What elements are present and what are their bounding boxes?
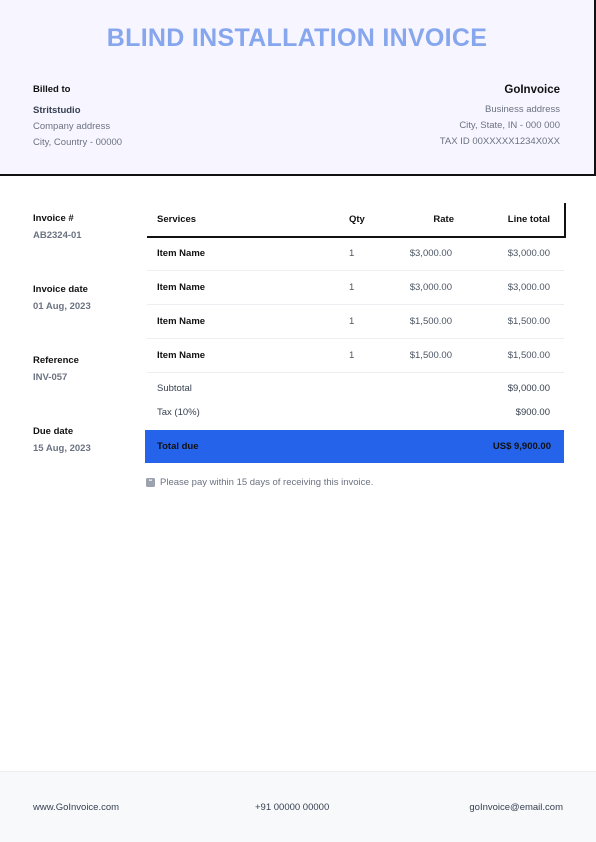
item-line-total: $1,500.00 bbox=[507, 316, 550, 327]
client-city: City, Country - 00000 bbox=[33, 137, 123, 148]
table-row: Item Name 1 $1,500.00 $1,500.00 bbox=[147, 339, 564, 373]
subtotal-label: Subtotal bbox=[157, 383, 192, 394]
item-qty: 1 bbox=[349, 316, 355, 327]
header-qty: Qty bbox=[349, 214, 365, 225]
total-due-label: Total due bbox=[157, 441, 199, 452]
item-name: Item Name bbox=[157, 282, 206, 293]
header-line-total: Line total bbox=[507, 214, 550, 225]
invoice-number-value: AB2324-01 bbox=[33, 230, 82, 241]
total-due-value: US$ 9,900.00 bbox=[492, 441, 551, 452]
reference-block: Reference INV-057 bbox=[33, 355, 79, 383]
item-rate: $3,000.00 bbox=[409, 248, 452, 259]
subtotal-value: $9,000.00 bbox=[507, 383, 550, 394]
tax-value: $900.00 bbox=[515, 407, 550, 418]
header-rate: Rate bbox=[433, 214, 454, 225]
table-row: Item Name 1 $3,000.00 $3,000.00 bbox=[147, 271, 564, 305]
company-name: GoInvoice bbox=[504, 84, 560, 96]
item-rate: $3,000.00 bbox=[409, 282, 452, 293]
item-name: Item Name bbox=[157, 248, 206, 259]
item-line-total: $3,000.00 bbox=[507, 248, 550, 259]
header-services: Services bbox=[157, 214, 197, 225]
company-tax-id: TAX ID 00XXXXX1234X0XX bbox=[439, 136, 560, 147]
item-name: Item Name bbox=[157, 350, 206, 361]
item-name: Item Name bbox=[157, 316, 206, 327]
item-rate: $1,500.00 bbox=[409, 350, 452, 361]
invoice-date-block: Invoice date 01 Aug, 2023 bbox=[33, 284, 91, 312]
billed-to-block: Billed to Stritstudio Company address Ci… bbox=[33, 84, 122, 148]
invoice-date-label: Invoice date bbox=[33, 284, 88, 295]
billed-to-label: Billed to bbox=[33, 84, 71, 95]
company-city: City, State, IN - 000 000 bbox=[459, 120, 560, 131]
client-name: Stritstudio bbox=[33, 105, 81, 116]
company-block: GoInvoice Business address City, State, … bbox=[440, 84, 560, 147]
invoice-number-label: Invoice # bbox=[33, 213, 74, 224]
tax-label: Tax (10%) bbox=[157, 407, 200, 418]
reference-label: Reference bbox=[33, 355, 79, 366]
services-table-header: Services Qty Rate Line total bbox=[147, 203, 566, 238]
table-row: Item Name 1 $3,000.00 $3,000.00 bbox=[147, 237, 564, 271]
invoice-number-block: Invoice # AB2324-01 bbox=[33, 213, 82, 241]
item-rate: $1,500.00 bbox=[409, 316, 452, 327]
table-row: Item Name 1 $1,500.00 $1,500.00 bbox=[147, 305, 564, 339]
total-due-bar: Total due US$ 9,900.00 bbox=[145, 430, 564, 463]
item-qty: 1 bbox=[349, 350, 355, 361]
due-date-block: Due date 15 Aug, 2023 bbox=[33, 426, 91, 454]
payment-note: “ Please pay within 15 days of receiving … bbox=[146, 477, 373, 488]
invoice-title: BLIND INSTALLATION INVOICE bbox=[106, 24, 488, 52]
item-qty: 1 bbox=[349, 282, 355, 293]
footer-phone: +91 00000 00000 bbox=[255, 802, 330, 813]
reference-value: INV-057 bbox=[33, 372, 68, 383]
quote-icon: “ bbox=[146, 477, 155, 487]
due-date-value: 15 Aug, 2023 bbox=[33, 443, 91, 454]
item-line-total: $1,500.00 bbox=[507, 350, 550, 361]
item-qty: 1 bbox=[349, 248, 355, 259]
company-address: Business address bbox=[485, 104, 560, 115]
invoice-footer: www.GoInvoice.com +91 00000 00000 goInvo… bbox=[0, 771, 596, 842]
invoice-header: BLIND INSTALLATION INVOICE Billed to Str… bbox=[0, 0, 596, 176]
due-date-label: Due date bbox=[33, 426, 74, 437]
payment-note-text: Please pay within 15 days of receiving t… bbox=[160, 477, 374, 488]
tax-row: Tax (10%) $900.00 bbox=[147, 401, 564, 425]
invoice-date-value: 01 Aug, 2023 bbox=[33, 301, 91, 312]
footer-email-link[interactable]: goInvoice@email.com bbox=[469, 802, 563, 813]
subtotal-row: Subtotal $9,000.00 bbox=[147, 377, 564, 401]
footer-website-link[interactable]: www.GoInvoice.com bbox=[33, 802, 119, 813]
client-address: Company address bbox=[33, 121, 111, 132]
item-line-total: $3,000.00 bbox=[507, 282, 550, 293]
